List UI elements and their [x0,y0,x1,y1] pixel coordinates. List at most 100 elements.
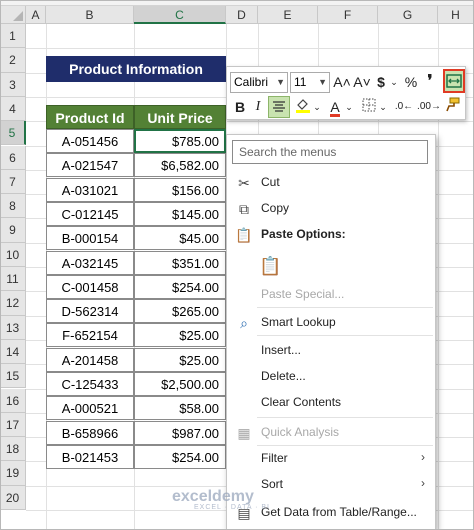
column-header-d[interactable]: D [226,6,258,24]
fill-color-icon[interactable] [295,97,311,117]
chevron-down-icon[interactable]: ⌄ [389,72,399,92]
decrease-font-size-button[interactable]: A˅ [353,72,371,92]
chevron-down-icon[interactable]: ▼ [318,73,327,92]
active-cell-unit-price[interactable]: $785.00 [134,129,226,153]
cell-product-id[interactable]: A-031021 [46,177,134,202]
menu-item-delete[interactable]: Delete... [227,365,435,389]
merge-center-icon[interactable] [443,69,465,93]
cell-unit-price[interactable]: $156.00 [134,177,226,202]
increase-font-size-button[interactable]: A˄ [333,72,351,92]
row-gridline [26,48,474,50]
select-all-corner[interactable] [0,6,26,24]
row-header-14[interactable]: 14 [0,339,26,365]
quick-analysis-icon: ▦ [237,425,251,441]
paste-option-default[interactable]: 📋 [227,251,435,283]
bold-button[interactable]: B [232,97,248,117]
cell-unit-price[interactable]: $45.00 [134,226,226,251]
row-header-2[interactable]: 2 [0,48,26,73]
column-header-e[interactable]: E [258,6,318,24]
row-header-12[interactable]: 12 [0,291,26,316]
row-header-18[interactable]: 18 [0,437,26,462]
comma-style-button[interactable]: ❜ [423,72,437,92]
context-menu: ✂ Cut ⧉ Copy 📋 Paste Options: 📋 Paste Sp… [226,134,436,530]
row-header-15[interactable]: 15 [0,364,26,389]
cell-product-id[interactable]: A-021547 [46,153,134,178]
cell-unit-price[interactable]: $265.00 [134,299,226,324]
row-header-19[interactable]: 19 [0,461,26,486]
cell-product-id[interactable]: A-051456 [46,129,134,153]
cell-product-id[interactable]: F-652154 [46,323,134,348]
cell-unit-price[interactable]: $254.00 [134,274,226,299]
increase-decimal-icon[interactable]: .00→ [417,97,441,117]
cell-product-id[interactable]: D-562314 [46,299,134,324]
search-icon: ⌕ [240,315,248,331]
row-header-11[interactable]: 11 [0,267,26,292]
header-unit-price[interactable]: Unit Price [134,105,226,129]
menu-item-filter[interactable]: Filter › [227,447,435,471]
borders-icon[interactable] [361,97,377,117]
column-header-g[interactable]: G [378,6,438,24]
menu-item-cut[interactable]: ✂ Cut [227,171,435,195]
row-header-7[interactable]: 7 [0,169,26,195]
font-name-box[interactable]: Calibri ▼ [230,72,288,93]
cell-unit-price[interactable]: $145.00 [134,201,226,226]
row-header-13[interactable]: 13 [0,315,26,340]
menu-item-clear-contents[interactable]: Clear Contents [227,391,435,415]
search-menus-input[interactable] [232,140,428,164]
font-size-value: 11 [294,75,307,89]
row-header-10[interactable]: 10 [0,242,26,267]
cell-product-id[interactable]: A-000521 [46,396,134,421]
font-color-button[interactable]: A [327,97,343,117]
cell-unit-price[interactable]: $25.00 [134,323,226,348]
row-header-16[interactable]: 16 [0,388,26,413]
header-product-id[interactable]: Product Id [46,105,134,129]
row-header-3[interactable]: 3 [0,72,26,97]
cell-product-id[interactable]: C-001458 [46,274,134,299]
row-header-4[interactable]: 4 [0,96,26,122]
italic-button[interactable]: I [251,97,265,117]
menu-item-smart-lookup[interactable]: ⌕ Smart Lookup [227,311,435,335]
cell-product-id[interactable]: B-658966 [46,420,134,445]
paste-icon: 📋 [259,256,282,276]
table-title[interactable]: Product Information [46,56,226,82]
cell-product-id[interactable]: A-032145 [46,250,134,275]
chevron-down-icon[interactable]: ⌄ [312,97,322,117]
cell-unit-price[interactable]: $58.00 [134,396,226,421]
row-header-5[interactable]: 5 [0,121,26,146]
column-header-f[interactable]: F [318,6,378,24]
cell-unit-price[interactable]: $25.00 [134,347,226,372]
row-header-9[interactable]: 9 [0,218,26,243]
format-painter-icon[interactable] [443,97,461,117]
row-header-20[interactable]: 20 [0,485,26,510]
cell-product-id[interactable]: C-012145 [46,201,134,226]
row-header-17[interactable]: 17 [0,412,26,438]
menu-item-quick-analysis: ▦ Quick Analysis [227,421,435,445]
cell-unit-price[interactable]: $987.00 [134,420,226,445]
row-header-1[interactable]: 1 [0,24,26,49]
cell-product-id[interactable]: B-000154 [46,226,134,251]
cell-product-id[interactable]: C-125433 [46,372,134,396]
font-size-box[interactable]: 11 ▼ [290,72,330,93]
row-header-8[interactable]: 8 [0,194,26,219]
menu-item-copy[interactable]: ⧉ Copy [227,197,435,221]
cell-unit-price[interactable]: $351.00 [134,250,226,275]
cell-unit-price[interactable]: $2,500.00 [134,372,226,396]
row-header-6[interactable]: 6 [0,145,26,170]
column-header-c[interactable]: C [134,6,226,24]
chevron-down-icon[interactable]: ▼ [276,73,285,92]
chevron-down-icon[interactable]: ⌄ [378,97,388,117]
menu-item-insert[interactable]: Insert... [227,339,435,363]
cell-unit-price[interactable]: $254.00 [134,444,226,469]
column-header-b[interactable]: B [46,6,134,24]
decrease-decimal-icon[interactable]: .0← [393,97,415,117]
cell-product-id[interactable]: A-201458 [46,347,134,372]
column-header-a[interactable]: A [26,6,46,24]
menu-separator [257,445,433,446]
percent-format-button[interactable]: % [403,72,419,92]
cell-product-id[interactable]: B-021453 [46,444,134,469]
chevron-down-icon[interactable]: ⌄ [344,97,354,117]
align-center-button[interactable] [268,96,290,118]
column-header-h[interactable]: H [438,6,474,24]
currency-format-button[interactable]: $ [373,72,389,92]
cell-unit-price[interactable]: $6,582.00 [134,153,226,178]
